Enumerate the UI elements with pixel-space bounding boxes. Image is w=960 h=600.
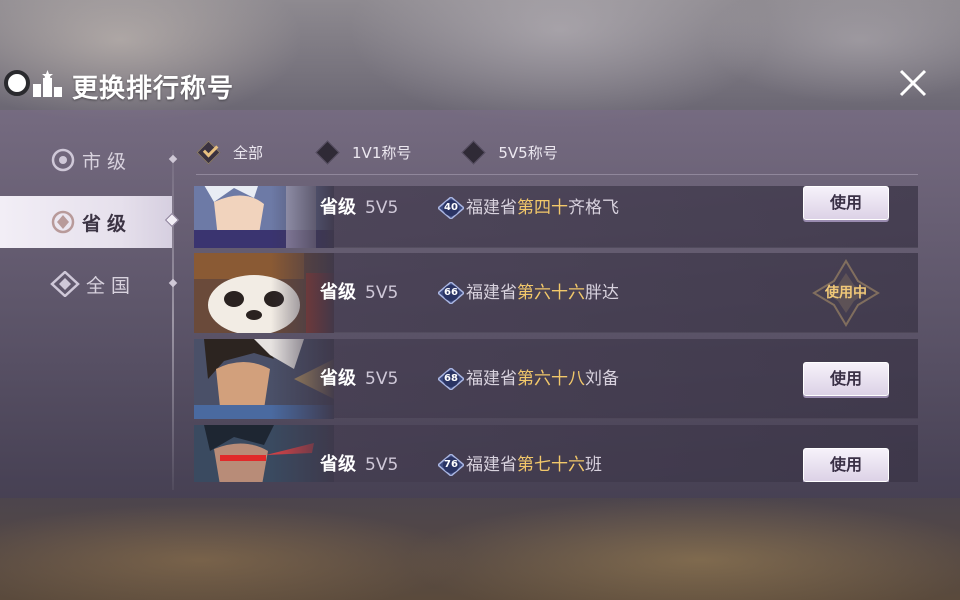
rank-region: 福建省 <box>466 198 517 218</box>
rank-badge-number: 68 <box>444 373 458 384</box>
filter-label: 1V1称号 <box>352 143 412 162</box>
hero-portrait <box>194 186 334 248</box>
sidebar-item-city[interactable]: 市级 <box>0 134 172 186</box>
filter-label: 5V5称号 <box>498 143 558 162</box>
rank-title: 福建省第七十六班 <box>466 425 602 482</box>
rank-position: 第七十六 <box>517 455 585 475</box>
rank-badge-number: 40 <box>444 202 458 213</box>
sidebar-item-national[interactable]: 全国 <box>0 258 172 310</box>
title-mode: 5V5 <box>365 283 399 303</box>
rank-region: 福建省 <box>466 283 517 303</box>
title-mode: 5V5 <box>365 198 399 218</box>
use-button[interactable]: 使用 <box>803 362 889 396</box>
list-item: 省级 5V5 76 福建省第七十六班 使用 <box>194 425 918 482</box>
hero-portrait <box>194 339 334 419</box>
sidebar-item-province[interactable]: 省级 <box>0 196 172 248</box>
list-item: 省级 5V5 66 福建省第六十六胖达 使用中 <box>194 253 918 333</box>
title-level: 省级 <box>320 454 356 475</box>
city-rank-icon <box>51 148 75 172</box>
home-dot-icon[interactable] <box>4 70 30 96</box>
sidebar-item-label: 全国 <box>86 274 137 297</box>
list-item: 省级 5V5 68 福建省第六十八刘备 使用 <box>194 339 918 419</box>
rank-position: 第四十 <box>517 198 568 218</box>
checkbox-icon <box>461 139 486 165</box>
rank-position: 第六十八 <box>517 369 585 389</box>
title-level: 省级 <box>320 368 356 389</box>
checkbox-icon <box>315 139 340 165</box>
rank-region: 福建省 <box>466 455 517 475</box>
filter-label: 全部 <box>233 143 264 162</box>
podium-icon <box>33 70 62 97</box>
checkbox-icon <box>196 139 221 165</box>
title-level: 省级 <box>320 282 356 303</box>
rank-badge-number: 66 <box>444 287 458 298</box>
rank-title: 福建省第四十齐格飞 <box>466 186 619 248</box>
rank-title: 福建省第六十八刘备 <box>466 339 619 419</box>
national-rank-icon <box>50 271 80 297</box>
rank-position: 第六十六 <box>517 283 585 303</box>
province-rank-icon <box>51 210 75 234</box>
title-level: 省级 <box>320 197 356 218</box>
filter-divider <box>196 174 918 175</box>
filter-all[interactable]: 全部 <box>196 139 264 165</box>
filter-1v1[interactable]: 1V1称号 <box>315 139 412 165</box>
close-icon[interactable] <box>896 66 930 100</box>
filter-5v5[interactable]: 5V5称号 <box>461 139 558 165</box>
rank-region: 福建省 <box>466 369 517 389</box>
use-button[interactable]: 使用 <box>803 448 889 482</box>
list-item: 省级 5V5 40 福建省第四十齐格飞 使用 <box>194 186 918 248</box>
rank-hero: 班 <box>585 455 602 475</box>
sidebar-item-label: 市级 <box>82 150 133 173</box>
filter-bar: 全部 1V1称号 5V5称号 <box>196 136 558 168</box>
title-mode: 5V5 <box>365 455 399 475</box>
title-list[interactable]: 省级 5V5 40 福建省第四十齐格飞 使用 省级 5V5 66 福建省第六十六… <box>194 186 918 482</box>
sidebar-item-label: 省级 <box>82 212 133 235</box>
use-button[interactable]: 使用 <box>803 186 889 220</box>
title-mode: 5V5 <box>365 369 399 389</box>
sidebar-divider <box>172 150 174 490</box>
rank-title: 福建省第六十六胖达 <box>466 253 619 333</box>
rank-hero: 胖达 <box>585 283 619 303</box>
rank-hero: 齐格飞 <box>568 198 619 218</box>
rank-hero: 刘备 <box>585 369 619 389</box>
hero-portrait <box>194 253 334 333</box>
in-use-label: 使用中 <box>825 285 867 301</box>
page-title: 更换排行称号 <box>72 74 235 104</box>
hero-portrait <box>194 425 334 482</box>
in-use-indicator: 使用中 <box>806 253 886 333</box>
rank-badge-number: 76 <box>444 459 458 470</box>
